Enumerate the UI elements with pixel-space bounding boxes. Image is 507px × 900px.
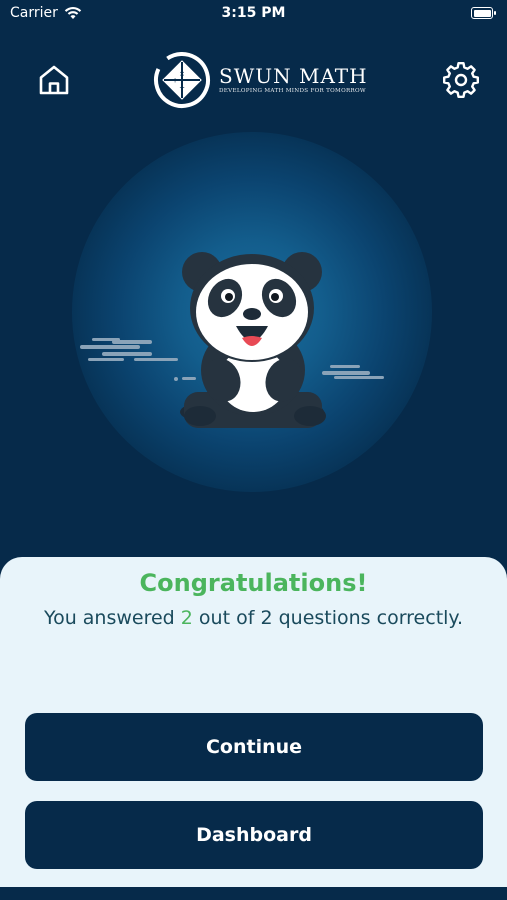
total-count: 2 — [260, 607, 273, 629]
score-middle: out of — [198, 607, 255, 629]
logo-tagline: DEVELOPING MATH MINDS FOR TOMORROW — [219, 88, 366, 94]
clock: 3:15 PM — [221, 5, 286, 21]
correct-count: 2 — [180, 607, 193, 629]
app-logo: × + − ÷ SWUN MATH DEVELOPING MATH MINDS … — [152, 50, 368, 110]
logo-text: SWUN MATH DEVELOPING MATH MINDS FOR TOMO… — [219, 65, 368, 95]
svg-text:+: + — [172, 77, 178, 85]
svg-text:÷: ÷ — [179, 84, 185, 92]
congratulations-title: Congratulations! — [139, 569, 368, 597]
battery-icon — [471, 7, 496, 19]
logo-mark-icon: × + − ÷ — [154, 52, 210, 108]
svg-text:−: − — [186, 77, 192, 85]
gear-icon[interactable] — [442, 61, 480, 99]
score-prefix: You answered — [43, 607, 175, 629]
score-summary: You answered 2 out of 2 questions correc… — [0, 607, 507, 629]
logo-title: SWUN MATH — [219, 64, 368, 88]
score-suffix: questions correctly. — [278, 607, 463, 629]
dashboard-button[interactable]: Dashboard — [25, 801, 483, 869]
quiz-result-screen: Carrier 3:15 PM × + − ÷ SWUN MATH DEVELO… — [0, 0, 507, 900]
bottom-bar — [0, 887, 507, 900]
svg-text:×: × — [179, 70, 185, 78]
app-header: × + − ÷ SWUN MATH DEVELOPING MATH MINDS … — [0, 50, 507, 110]
continue-button[interactable]: Continue — [25, 713, 483, 781]
panda-mascot — [80, 252, 384, 428]
battery-level — [473, 9, 491, 17]
status-bar: Carrier 3:15 PM — [0, 0, 507, 28]
result-card: Congratulations! You answered 2 out of 2… — [0, 557, 507, 900]
home-icon[interactable] — [36, 62, 72, 98]
